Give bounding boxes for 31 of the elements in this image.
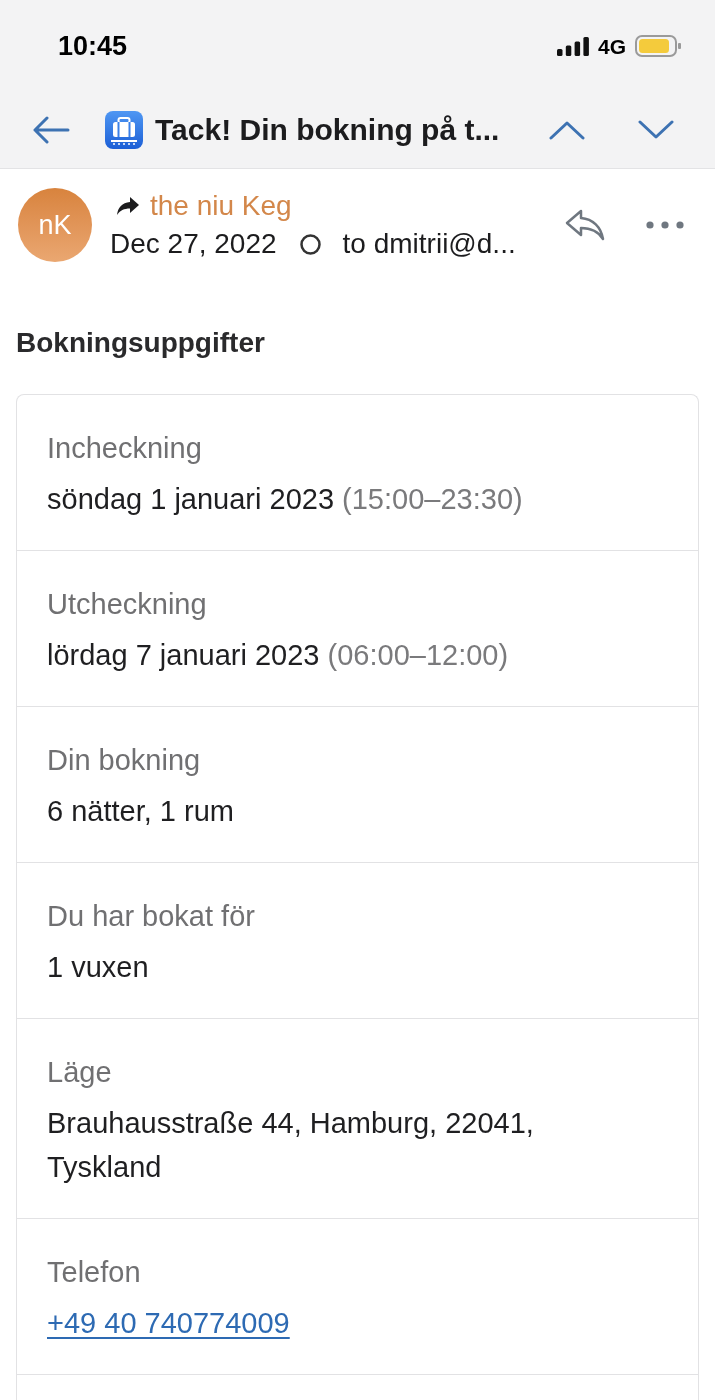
phone-link[interactable]: +49 40 740774009	[47, 1307, 290, 1339]
field-value: Brauhausstraße 44, Hamburg, 22041, Tyskland	[47, 1107, 534, 1183]
field-value: söndag 1 januari 2023	[47, 483, 334, 515]
network-type: 4G	[598, 35, 626, 57]
status-time: 10:45	[58, 32, 128, 60]
reply-icon[interactable]	[565, 209, 605, 241]
more-icon[interactable]	[646, 221, 684, 229]
field-label: Din bokning	[47, 743, 201, 778]
field-label: Incheckning	[47, 431, 202, 466]
field-label: Telefon	[47, 1255, 141, 1290]
signal-icon	[557, 36, 589, 56]
chevron-down-icon[interactable]	[638, 120, 674, 140]
avatar: nK	[18, 188, 92, 262]
sent-date: Dec 27, 2022	[110, 230, 277, 258]
field-value: lördag 7 januari 2023	[47, 639, 320, 671]
field-label: Utcheckning	[47, 587, 207, 622]
circle-icon	[299, 233, 321, 255]
time-range: (15:00–23:30)	[342, 483, 523, 515]
field-value: 6 nätter, 1 rum	[47, 795, 234, 827]
time-range: (06:00–12:00)	[327, 639, 509, 671]
email-subject: Tack! Din bokning på t...	[155, 115, 500, 145]
battery-icon	[635, 35, 681, 57]
recipient[interactable]: to dmitrii@d...	[342, 230, 516, 258]
chevron-up-icon[interactable]	[549, 120, 585, 140]
field-label: Du har bokat för	[47, 899, 255, 934]
sender-name[interactable]: the niu Keg	[150, 192, 292, 220]
suitcase-icon	[105, 111, 143, 149]
section-title: Bokningsuppgifter	[16, 329, 265, 357]
field-value: 1 vuxen	[47, 951, 149, 983]
back-arrow-icon[interactable]	[32, 116, 70, 144]
field-label: Läge	[47, 1055, 112, 1090]
